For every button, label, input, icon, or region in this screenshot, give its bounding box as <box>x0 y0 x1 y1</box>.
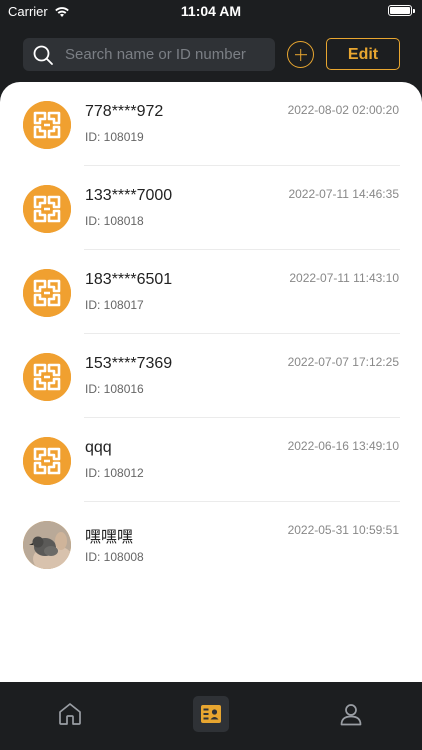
contact-timestamp: 2022-08-02 02:00:20 <box>287 103 399 117</box>
status-time: 11:04 AM <box>180 3 242 19</box>
avatar-photo <box>23 521 71 569</box>
contact-id: ID: 108016 <box>85 382 144 396</box>
contact-list: 778****972 ID: 108019 2022-08-02 02:00:2… <box>0 82 422 682</box>
search-bar[interactable] <box>23 38 275 71</box>
contact-row[interactable]: 嘿嘿嘿 ID: 108008 2022-05-31 10:59:51 <box>0 502 422 586</box>
contact-timestamp: 2022-07-07 17:12:25 <box>287 355 399 369</box>
contact-timestamp: 2022-07-11 14:46:35 <box>288 187 399 201</box>
tab-bar <box>0 682 422 750</box>
status-bar: Carrier 11:04 AM <box>0 0 422 22</box>
contact-id: ID: 108017 <box>85 298 144 312</box>
contact-id: ID: 108019 <box>85 130 144 144</box>
contact-name: qqq <box>85 439 112 456</box>
app-logo-icon <box>23 185 71 233</box>
search-icon <box>33 45 53 65</box>
tab-contacts[interactable] <box>193 696 229 732</box>
app-logo-icon <box>23 353 71 401</box>
avatar <box>23 269 71 317</box>
contact-row[interactable]: qqq ID: 108012 2022-06-16 13:49:10 <box>0 418 422 502</box>
contacts-icon <box>201 705 221 723</box>
profile-icon <box>340 704 362 726</box>
contact-id: ID: 108012 <box>85 466 144 480</box>
app-logo-icon <box>23 101 71 149</box>
contact-name: 133****7000 <box>85 187 173 204</box>
tab-profile[interactable] <box>333 696 369 732</box>
contact-row[interactable]: 153****7369 ID: 108016 2022-07-07 17:12:… <box>0 334 422 418</box>
contact-row[interactable]: 778****972 ID: 108019 2022-08-02 02:00:2… <box>0 82 422 166</box>
contact-name: 778****972 <box>85 103 164 120</box>
avatar <box>23 185 71 233</box>
contact-name: 183****6501 <box>85 271 173 288</box>
add-contact-button[interactable] <box>287 41 314 68</box>
search-input[interactable] <box>65 38 270 71</box>
contact-id: ID: 108018 <box>85 214 144 228</box>
avatar <box>23 101 71 149</box>
bird-photo-icon <box>23 521 71 569</box>
contact-id: ID: 108008 <box>85 550 144 564</box>
app-logo-icon <box>23 437 71 485</box>
contact-timestamp: 2022-06-16 13:49:10 <box>287 439 399 453</box>
edit-button[interactable]: Edit <box>326 38 400 70</box>
contact-row[interactable]: 183****6501 ID: 108017 2022-07-11 11:43:… <box>0 250 422 334</box>
home-icon <box>59 703 81 725</box>
tab-home[interactable] <box>52 696 88 732</box>
contact-name: 嘿嘿嘿 <box>85 529 134 546</box>
contact-timestamp: 2022-05-31 10:59:51 <box>287 523 399 537</box>
app-logo-icon <box>23 269 71 317</box>
avatar <box>23 353 71 401</box>
contact-timestamp: 2022-07-11 11:43:10 <box>289 271 399 285</box>
contact-name: 153****7369 <box>85 355 173 372</box>
battery-icon <box>388 5 415 16</box>
avatar <box>23 437 71 485</box>
contact-row[interactable]: 133****7000 ID: 108018 2022-07-11 14:46:… <box>0 166 422 250</box>
